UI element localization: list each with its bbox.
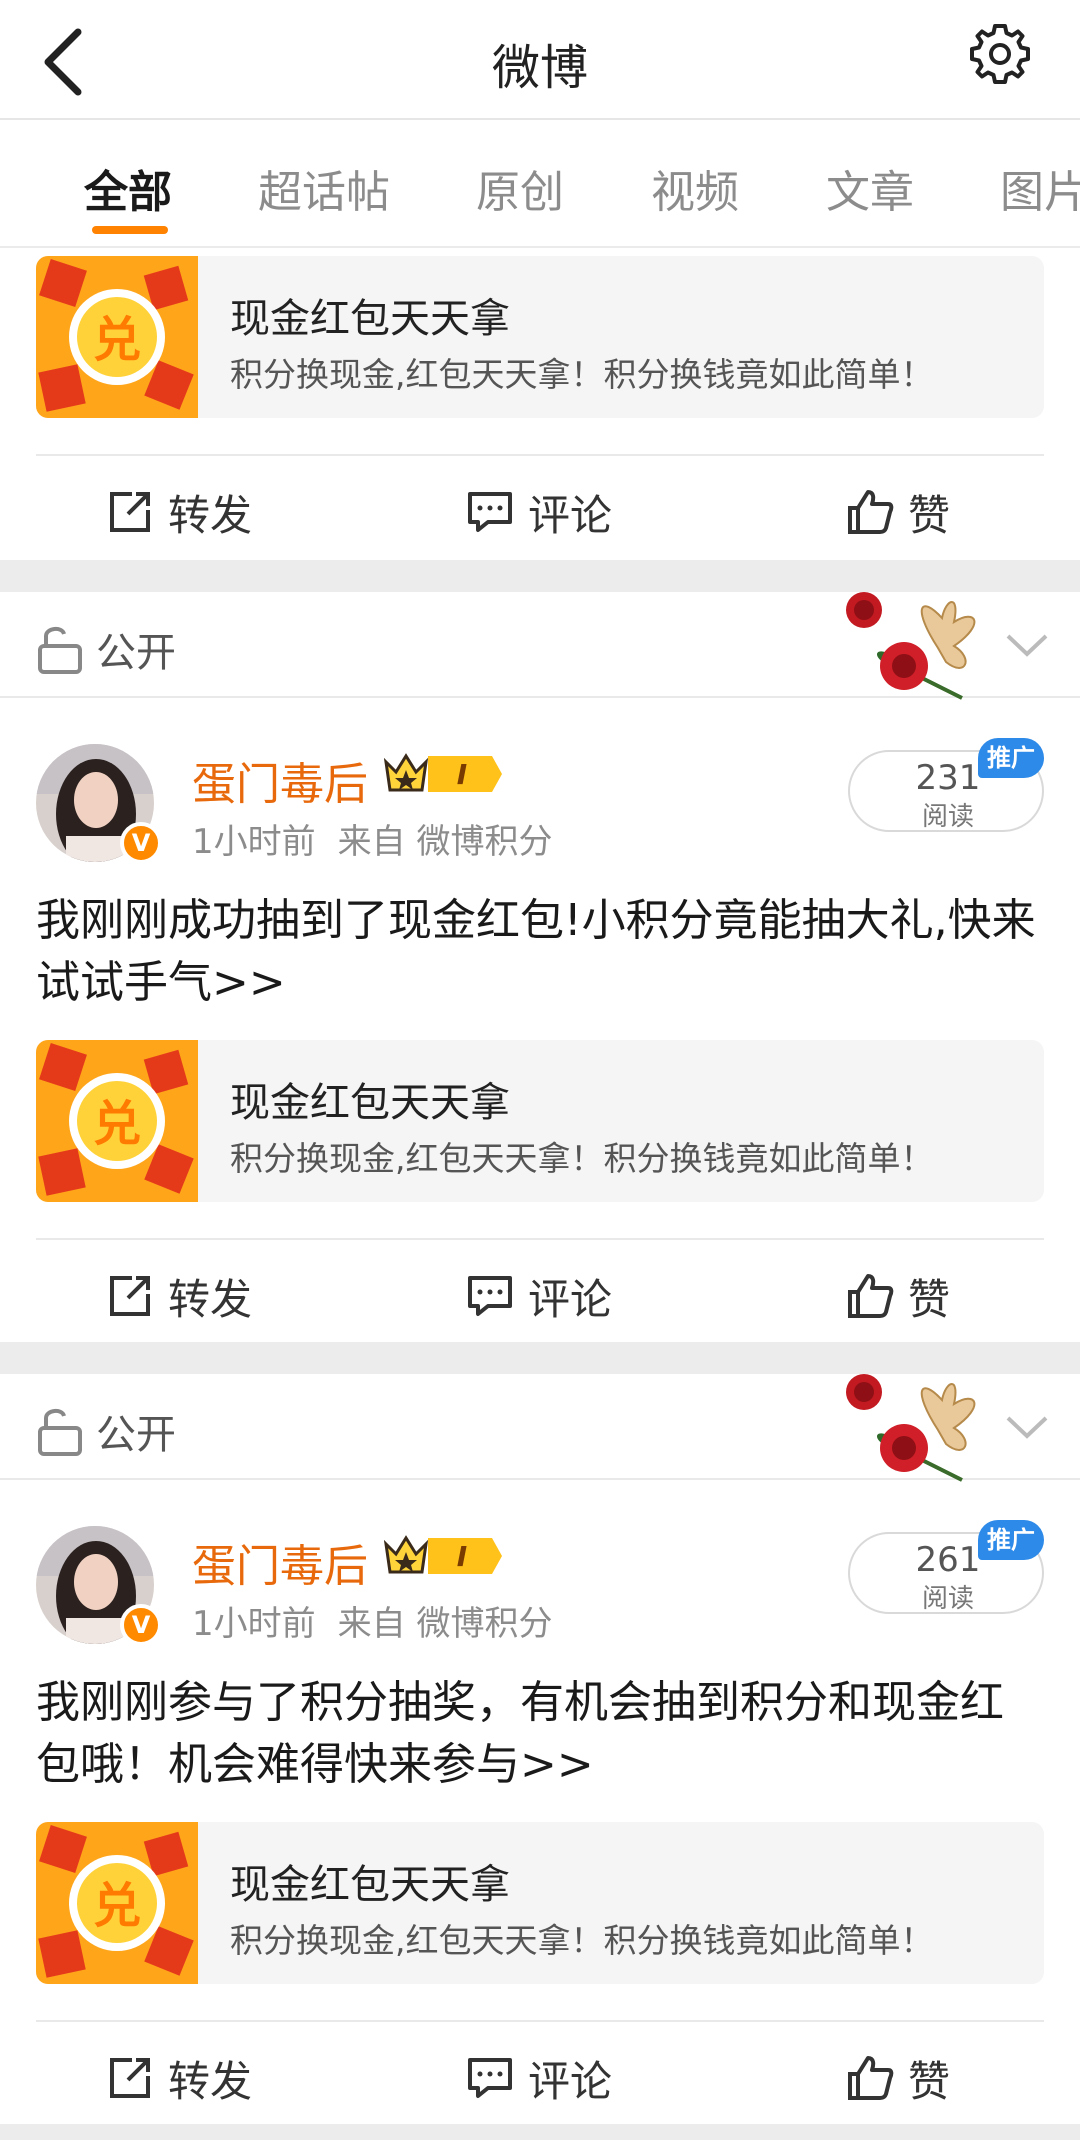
svg-text:I: I [457,758,467,791]
visibility-label: 公开 [96,1412,176,1458]
comment-icon [468,492,512,532]
link-card-title: 现金红包天天拿 [230,1080,510,1126]
exchange-thumbnail-icon: 兑 [36,256,198,418]
level-crown-badge-icon: I [384,753,502,792]
post-meta: 1小时前 来自 微博积分 [192,1596,552,1645]
link-card[interactable]: 兑 现金红包天天拿 积分换现金,红包天天拿！积分换钱竟如此简单！ [36,1822,1044,1984]
tab-image[interactable]: 图片 [1000,156,1080,220]
settings-gear-icon[interactable] [968,22,1032,86]
post-visibility-bar: 公开 [0,1374,1080,1482]
post-time: 1小时前 [192,1604,316,1644]
like-label: 赞 [908,2056,951,2106]
repost-button[interactable]: 转发 [106,484,252,540]
read-label: 阅读 [921,802,974,832]
link-card-desc: 积分换现金,红包天天拿！积分换钱竟如此简单！ [230,355,934,394]
repost-label: 转发 [168,1274,253,1324]
tab-all[interactable]: 全部 [84,156,172,220]
thumbs-up-icon [848,2056,894,2100]
visibility-label: 公开 [96,630,176,676]
chevron-down-icon[interactable] [1002,626,1052,666]
like-button[interactable]: 赞 [846,2050,950,2106]
post-source[interactable]: 来自 微博积分 [338,822,553,862]
like-button[interactable]: 赞 [846,1268,950,1324]
comment-label: 评论 [528,1274,613,1324]
link-card-desc: 积分换现金,红包天天拿！积分换钱竟如此简单！ [230,1921,934,1960]
username[interactable]: 蛋门毒后 [192,1530,368,1594]
comment-label: 评论 [528,490,613,540]
post-card-2: V 蛋门毒后 I 1小时前 来自 微博积分 261 阅读 推广 我刚刚参与了积分抽… [0,1482,1080,2122]
rose-butterfly-decoration-icon [846,1374,976,1482]
link-card[interactable]: 兑 现金红包天天拿 积分换现金,红包天天拿！积分换钱竟如此简单！ [36,256,1044,418]
post-meta: 1小时前 来自 微博积分 [192,814,552,863]
post-card-1: V 蛋门毒后 I 1小时前 来自 微博积分 231 阅读 推广 我刚刚成功抽到了现… [0,700,1080,1340]
repost-button[interactable]: 转发 [106,2050,252,2106]
chevron-down-icon[interactable] [1002,1408,1052,1448]
verified-v-badge-icon: V [120,1604,162,1646]
thumbs-up-icon [848,1274,894,1318]
action-bar: 转发 评论 赞 [0,456,1080,566]
action-bar: 转发 评论 赞 [0,2022,1080,2132]
comment-label: 评论 [528,2056,613,2106]
promo-badge: 推广 [978,738,1044,778]
post-text[interactable]: 我刚刚成功抽到了现金红包!小积分竟能抽大礼,快来试试手气>> [36,890,1046,1014]
unlock-icon [38,1409,82,1456]
comment-button[interactable]: 评论 [466,2050,612,2106]
post-time: 1小时前 [192,822,316,862]
exchange-thumbnail-icon: 兑 [36,1040,198,1202]
verified-v-badge-icon: V [120,822,162,864]
comment-icon [468,1276,512,1316]
link-card[interactable]: 兑 现金红包天天拿 积分换现金,红包天天拿！积分换钱竟如此简单！ [36,1040,1044,1202]
tab-original[interactable]: 原创 [476,156,564,220]
post-source[interactable]: 来自 微博积分 [338,1604,553,1644]
filter-tabs: 全部 超话帖 原创 视频 文章 图片 [0,122,1080,248]
repost-label: 转发 [168,490,253,540]
read-label: 阅读 [921,1584,974,1614]
tab-video[interactable]: 视频 [651,156,739,220]
level-crown-badge-icon: I [384,1535,502,1574]
svg-text:兑: 兑 [93,312,141,368]
page-title: 微博 [491,40,588,96]
repost-label: 转发 [168,2056,253,2106]
comment-button[interactable]: 评论 [466,484,612,540]
comment-icon [468,2058,512,2098]
post-card-partial: 兑 现金红包天天拿 积分换现金,红包天天拿！积分换钱竟如此简单！ 转发 评论 赞 [0,250,1080,560]
svg-text:兑: 兑 [93,1878,141,1934]
avatar[interactable]: V [36,744,162,864]
tab-super-topic[interactable]: 超话帖 [258,156,390,220]
svg-text:兑: 兑 [93,1096,141,1152]
repost-icon [110,492,150,532]
link-card-title: 现金红包天天拿 [230,296,510,342]
top-bar: 微博 [0,0,1080,120]
svg-text:I: I [457,1540,467,1573]
thumbs-up-icon [848,490,894,534]
like-button[interactable]: 赞 [846,484,950,540]
like-label: 赞 [908,490,951,540]
exchange-thumbnail-icon: 兑 [36,1822,198,1984]
link-card-title: 现金红包天天拿 [230,1862,510,1908]
section-gap [0,2124,1080,2140]
action-bar: 转发 评论 赞 [0,1240,1080,1350]
active-tab-indicator [92,226,168,234]
username[interactable]: 蛋门毒后 [192,748,368,812]
link-card-desc: 积分换现金,红包天天拿！积分换钱竟如此简单！ [230,1139,934,1178]
like-label: 赞 [908,1274,951,1324]
unlock-icon [38,627,82,674]
comment-button[interactable]: 评论 [466,1268,612,1324]
repost-icon [110,1276,150,1316]
post-visibility-bar: 公开 [0,592,1080,700]
repost-button[interactable]: 转发 [106,1268,252,1324]
avatar[interactable]: V [36,1526,162,1646]
post-text[interactable]: 我刚刚参与了积分抽奖，有机会抽到积分和现金红包哦！机会难得快来参与>> [36,1672,1046,1796]
repost-icon [110,2058,150,2098]
rose-butterfly-decoration-icon [846,592,976,700]
promo-badge: 推广 [978,1520,1044,1560]
tab-article[interactable]: 文章 [826,156,914,220]
